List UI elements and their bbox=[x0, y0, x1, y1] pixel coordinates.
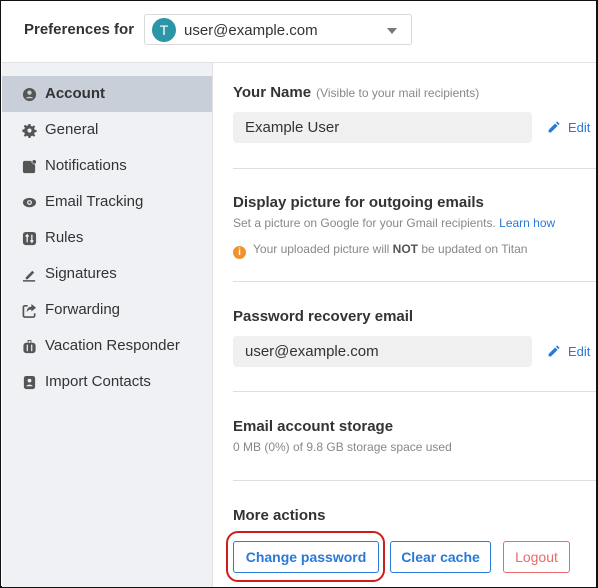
your-name-hint: (Visible to your mail recipients) bbox=[316, 86, 480, 100]
recovery-email-section-title: Password recovery email bbox=[233, 308, 414, 325]
sidebar-item-label: Import Contacts bbox=[45, 373, 151, 390]
divider bbox=[233, 391, 596, 392]
more-actions-title: More actions bbox=[233, 507, 326, 524]
logout-button[interactable]: Logout bbox=[503, 541, 570, 573]
divider bbox=[233, 168, 596, 169]
avatar: T bbox=[152, 18, 176, 42]
pencil-icon bbox=[548, 121, 560, 133]
storage-usage: 0 MB (0%) of 9.8 GB storage space used bbox=[233, 440, 452, 454]
sidebar-item-rules[interactable]: Rules bbox=[2, 220, 212, 256]
header: Preferences for T user@example.com bbox=[2, 2, 596, 63]
sidebar-item-email-tracking[interactable]: Email Tracking bbox=[2, 184, 212, 220]
sidebar-item-vacation-responder[interactable]: Vacation Responder bbox=[2, 328, 212, 364]
account-email: user@example.com bbox=[184, 22, 318, 39]
sidebar-item-label: Forwarding bbox=[45, 301, 121, 318]
storage-section-title: Email account storage bbox=[233, 418, 394, 435]
your-name-field: Example User bbox=[233, 112, 532, 143]
edit-recovery-email-button[interactable]: Edit bbox=[547, 344, 590, 359]
preferences-label: Preferences for bbox=[24, 21, 135, 38]
info-icon: i bbox=[233, 246, 246, 259]
edit-name-button[interactable]: Edit bbox=[547, 120, 590, 135]
your-name-value: Example User bbox=[245, 119, 340, 136]
sidebar: Account General Notifications Email Trac… bbox=[2, 63, 213, 587]
account-settings-panel: Your Name (Visible to your mail recipient… bbox=[213, 63, 596, 587]
recovery-email-value: user@example.com bbox=[245, 343, 379, 360]
rules-icon bbox=[22, 231, 37, 246]
sidebar-item-account[interactable]: Account bbox=[2, 76, 212, 112]
sidebar-item-forwarding[interactable]: Forwarding bbox=[2, 292, 212, 328]
sidebar-item-label: Signatures bbox=[45, 265, 117, 282]
clear-cache-button[interactable]: Clear cache bbox=[390, 541, 491, 573]
gear-icon bbox=[22, 123, 37, 138]
sidebar-item-label: General bbox=[45, 121, 99, 138]
divider bbox=[233, 281, 596, 282]
divider bbox=[233, 480, 596, 481]
pen-icon bbox=[22, 270, 36, 282]
recovery-email-field: user@example.com bbox=[233, 336, 532, 367]
display-picture-description: Set a picture on Google for your Gmail r… bbox=[233, 216, 556, 230]
sidebar-item-general[interactable]: General bbox=[2, 112, 212, 148]
preferences-window: Preferences for T user@example.com Accou… bbox=[0, 0, 598, 588]
sidebar-item-label: Account bbox=[45, 85, 105, 102]
sidebar-item-signatures[interactable]: Signatures bbox=[2, 256, 212, 292]
sidebar-item-import-contacts[interactable]: Import Contacts bbox=[2, 364, 212, 400]
sidebar-item-label: Notifications bbox=[45, 157, 127, 174]
display-picture-section-title: Display picture for outgoing emails bbox=[233, 194, 484, 211]
user-circle-icon bbox=[22, 87, 37, 102]
chevron-down-icon bbox=[387, 28, 397, 34]
account-select[interactable]: T user@example.com bbox=[144, 14, 412, 45]
sidebar-item-label: Vacation Responder bbox=[45, 337, 180, 354]
sidebar-item-label: Rules bbox=[45, 229, 84, 246]
your-name-section-title: Your Name (Visible to your mail recipient… bbox=[233, 84, 480, 101]
suitcase-icon bbox=[23, 339, 36, 354]
contact-book-icon bbox=[23, 375, 36, 390]
display-picture-info: i Your uploaded picture will NOT be updat… bbox=[233, 242, 527, 259]
sidebar-item-notifications[interactable]: Notifications bbox=[2, 148, 212, 184]
change-password-button[interactable]: Change password bbox=[233, 541, 379, 573]
learn-how-link[interactable]: Learn how bbox=[499, 216, 555, 230]
pencil-icon bbox=[548, 345, 560, 357]
notification-icon bbox=[22, 159, 37, 174]
eye-icon bbox=[22, 197, 37, 208]
share-icon bbox=[22, 303, 37, 318]
sidebar-item-label: Email Tracking bbox=[45, 193, 144, 210]
